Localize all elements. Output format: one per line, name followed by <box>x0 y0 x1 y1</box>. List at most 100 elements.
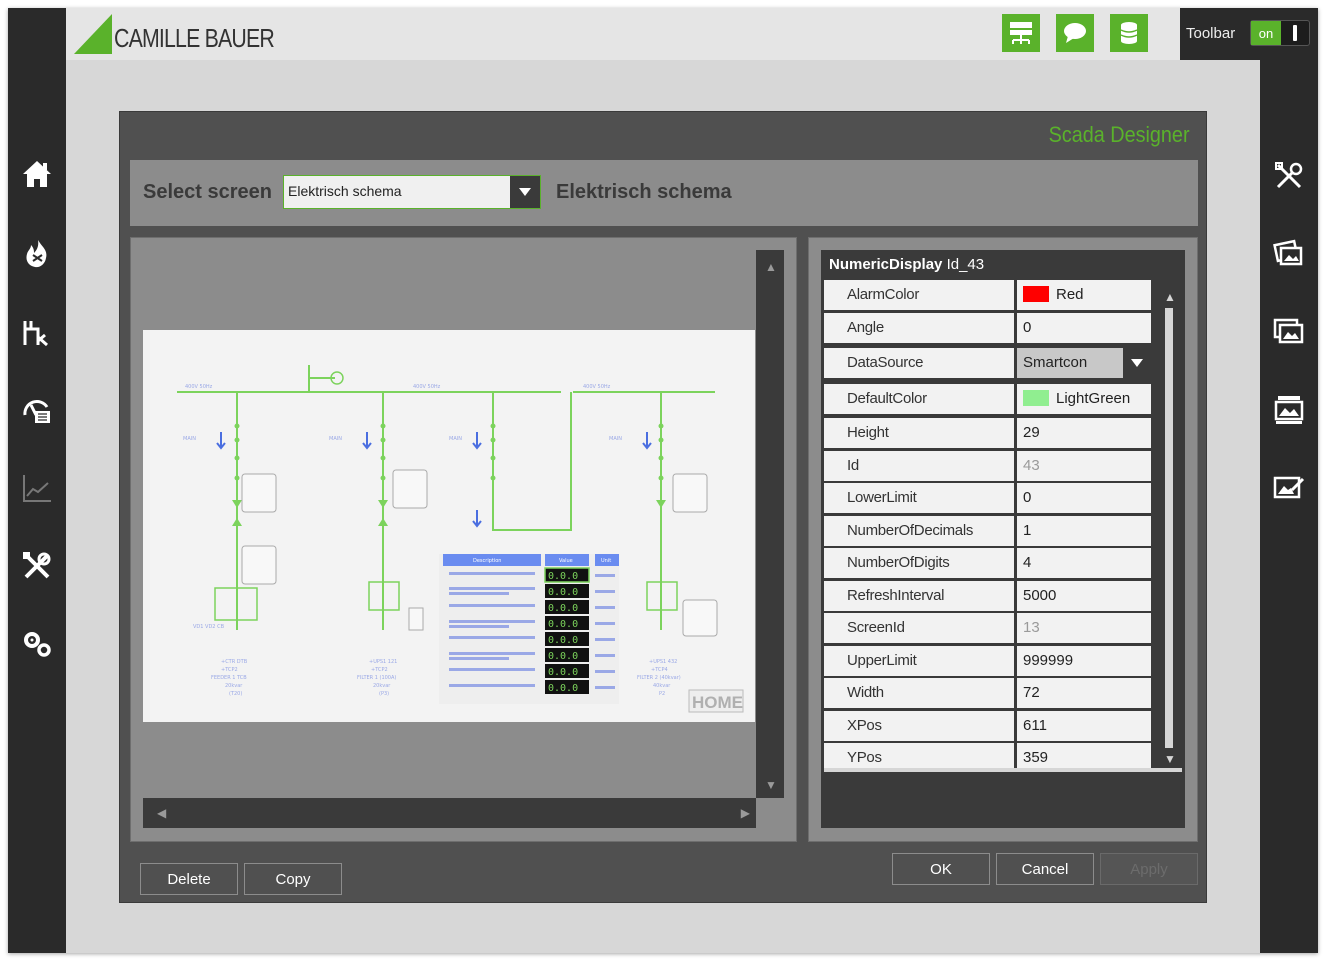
property-row-xpos[interactable]: XPos 611 <box>824 711 1154 741</box>
svg-text:0.0.0: 0.0.0 <box>548 571 578 582</box>
svg-text:+CTR DTB: +CTR DTB <box>221 659 248 665</box>
property-value[interactable]: 72 <box>1017 678 1151 708</box>
delete-button[interactable]: Delete <box>140 863 238 895</box>
schema-table-header-description: Description <box>473 558 501 564</box>
property-value[interactable]: 4 <box>1017 548 1151 578</box>
chevron-down-icon[interactable] <box>1123 348 1151 378</box>
chat-icon[interactable] <box>1056 14 1094 52</box>
screen-select-value: Elektrisch schema <box>288 183 402 199</box>
scroll-left-icon[interactable]: ◀ <box>157 806 166 820</box>
property-value: 43 <box>1017 451 1151 481</box>
schema-table-header-value: Value <box>559 558 573 564</box>
chart-icon[interactable] <box>17 468 57 508</box>
apply-button[interactable]: Apply <box>1100 853 1198 885</box>
property-row-refreshinterval[interactable]: RefreshInterval 5000 <box>824 581 1154 611</box>
svg-text:0.0.0: 0.0.0 <box>548 635 578 646</box>
property-value: 13 <box>1017 613 1151 643</box>
ok-button[interactable]: OK <box>892 853 990 885</box>
svg-text:FEEDER 1 TCB: FEEDER 1 TCB <box>211 675 247 681</box>
datasource-select[interactable]: Smartcon <box>1017 348 1151 378</box>
screen-select[interactable]: Elektrisch schema <box>283 175 541 209</box>
property-row-numberofdigits[interactable]: NumberOfDigits 4 <box>824 548 1154 578</box>
svg-text:VD1 VD2 CB: VD1 VD2 CB <box>193 624 225 630</box>
property-value[interactable]: LightGreen <box>1017 384 1151 414</box>
toolbar-toggle[interactable]: on <box>1250 20 1310 46</box>
database-icon[interactable] <box>1110 14 1148 52</box>
color-swatch-lightgreen <box>1023 390 1049 406</box>
properties-scrollbar[interactable]: ▲ ▼ <box>1159 288 1181 768</box>
property-row-lowerlimit[interactable]: LowerLimit 0 <box>824 483 1154 513</box>
property-row-numberofdecimals[interactable]: NumberOfDecimals 1 <box>824 516 1154 546</box>
svg-text:0.0.0: 0.0.0 <box>548 651 578 662</box>
property-value[interactable]: 5000 <box>1017 581 1151 611</box>
scrollbar-thumb[interactable] <box>1165 308 1173 748</box>
property-value-text: LightGreen <box>1056 390 1131 407</box>
properties-bottom-border <box>824 768 1182 772</box>
property-row-width[interactable]: Width 72 <box>824 678 1154 708</box>
property-name: Width <box>824 678 1014 708</box>
screen-title: Elektrisch schema <box>556 181 732 203</box>
select-screen-bar: Select screen Elektrisch schema Elektris… <box>130 160 1198 226</box>
scroll-down-icon[interactable]: ▼ <box>1164 752 1176 766</box>
property-value[interactable]: 359 <box>1017 743 1151 768</box>
property-value[interactable]: 29 <box>1017 418 1151 448</box>
left-sidebar <box>8 8 66 953</box>
dialog-title: Scada Designer <box>1049 122 1190 147</box>
header: CAMILLE BAUER Toolbar on <box>66 8 1318 60</box>
scroll-right-icon[interactable]: ▶ <box>741 806 750 820</box>
property-name: NumberOfDigits <box>824 548 1014 578</box>
property-name: NumberOfDecimals <box>824 516 1014 546</box>
property-row-ypos[interactable]: YPos 359 <box>824 743 1154 768</box>
tools-icon[interactable] <box>17 546 57 586</box>
property-value[interactable]: 611 <box>1017 711 1151 741</box>
factory-icon[interactable] <box>17 312 57 352</box>
properties-grid-container: NumericDisplay Id_43 AlarmColor Red Angl… <box>821 250 1185 828</box>
property-row-alarmcolor[interactable]: AlarmColor Red <box>824 280 1154 310</box>
property-row-datasource[interactable]: DataSource Smartcon <box>824 348 1154 378</box>
svg-text:20kvar: 20kvar <box>373 683 391 689</box>
property-name: DefaultColor <box>824 384 1014 414</box>
image-edit-icon[interactable] <box>1269 468 1309 508</box>
settings-icon[interactable] <box>17 624 57 664</box>
property-name: Id <box>824 451 1014 481</box>
scroll-up-icon[interactable]: ▲ <box>765 260 777 274</box>
cancel-button[interactable]: Cancel <box>996 853 1094 885</box>
canvas-panel: 400V 50Hz 400V 50Hz 400V 50Hz MAIN MAIN MAIN… <box>130 237 797 842</box>
tools-icon[interactable] <box>1269 156 1309 196</box>
fire-icon[interactable] <box>17 234 57 274</box>
svg-text:0.0.0: 0.0.0 <box>548 587 578 598</box>
canvas-horizontal-scrollbar[interactable]: ◀ ▶ <box>143 798 756 828</box>
copy-button[interactable]: Copy <box>244 863 342 895</box>
app-window: CAMILLE BAUER Toolbar on Scada Designer … <box>8 8 1318 953</box>
chevron-down-icon[interactable] <box>510 176 540 208</box>
property-row-upperlimit[interactable]: UpperLimit 999999 <box>824 646 1154 676</box>
images-icon[interactable] <box>1269 234 1309 274</box>
svg-text:MAIN: MAIN <box>609 436 622 442</box>
property-value[interactable]: 0 <box>1017 313 1151 343</box>
property-value[interactable]: Red <box>1017 280 1151 310</box>
property-value[interactable]: 0 <box>1017 483 1151 513</box>
design-canvas[interactable]: 400V 50Hz 400V 50Hz 400V 50Hz MAIN MAIN MAIN… <box>131 238 756 798</box>
brand-name: CAMILLE BAUER <box>114 23 275 53</box>
color-swatch-red <box>1023 286 1049 302</box>
schema-home-label[interactable]: HOME <box>692 693 743 712</box>
svg-text:400V 50Hz: 400V 50Hz <box>583 384 611 390</box>
scroll-down-icon[interactable]: ▼ <box>765 778 777 792</box>
image-stack-icon[interactable] <box>1269 390 1309 430</box>
toggle-knob <box>1281 21 1309 45</box>
scroll-up-icon[interactable]: ▲ <box>1164 290 1176 304</box>
property-value[interactable]: 999999 <box>1017 646 1151 676</box>
electrical-schema-preview[interactable]: 400V 50Hz 400V 50Hz 400V 50Hz MAIN MAIN MAIN… <box>143 330 755 722</box>
schema-diagram: 400V 50Hz 400V 50Hz 400V 50Hz MAIN MAIN MAIN… <box>177 365 744 713</box>
property-row-id: Id 43 <box>824 451 1154 481</box>
property-row-defaultcolor[interactable]: DefaultColor LightGreen <box>824 384 1154 414</box>
property-value[interactable]: 1 <box>1017 516 1151 546</box>
home-icon[interactable] <box>17 154 57 194</box>
property-row-angle[interactable]: Angle 0 <box>824 313 1154 343</box>
image-icon[interactable] <box>1269 312 1309 352</box>
network-icon[interactable] <box>1002 14 1040 52</box>
gauge-icon[interactable] <box>17 390 57 430</box>
svg-text:40kvar: 40kvar <box>653 683 671 689</box>
canvas-vertical-scrollbar[interactable]: ▲ ▼ <box>756 250 784 798</box>
property-row-height[interactable]: Height 29 <box>824 418 1154 448</box>
